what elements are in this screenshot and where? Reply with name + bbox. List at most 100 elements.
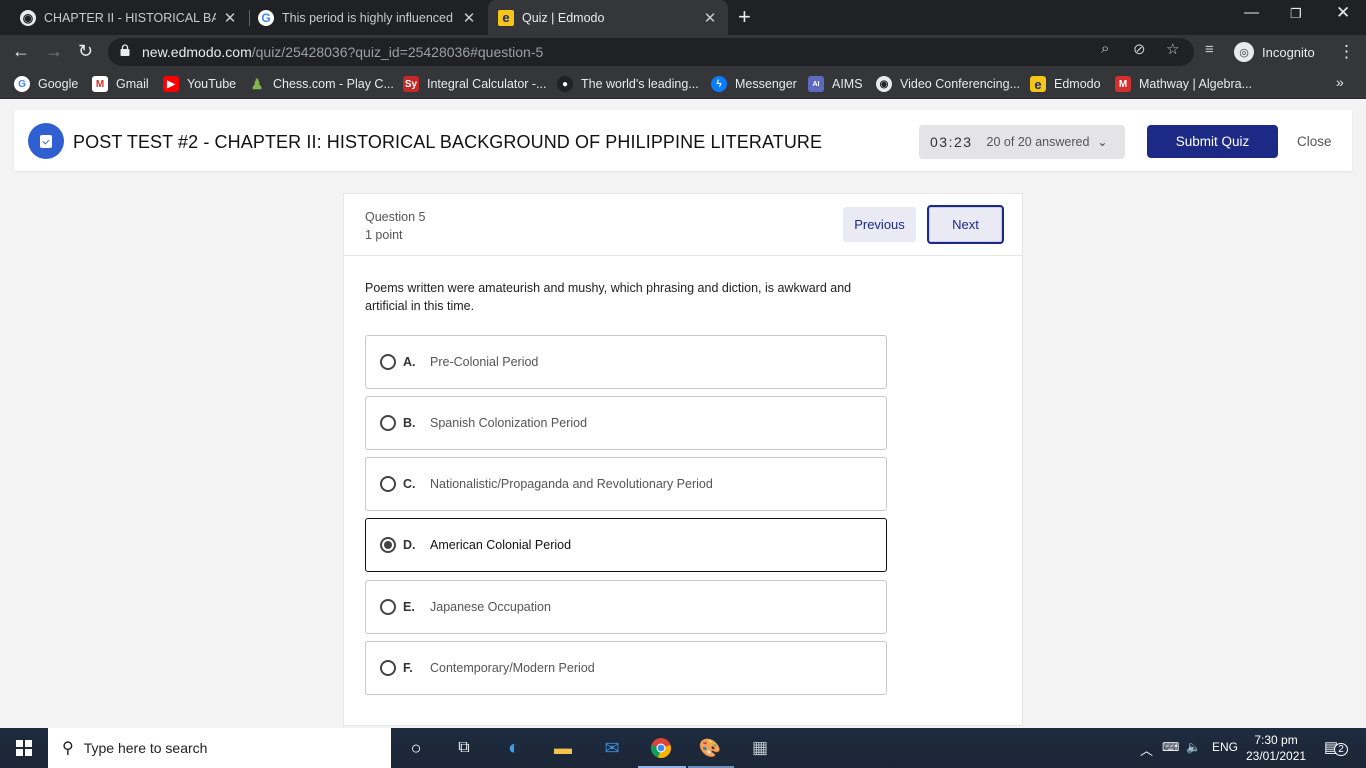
bookmark-github[interactable]: ● The world's leading... (557, 76, 699, 92)
bookmark-integral-calculator[interactable]: Sy Integral Calculator -... (403, 76, 547, 92)
answer-option-b[interactable]: B. Spanish Colonization Period (365, 396, 887, 450)
option-text: Japanese Occupation (430, 600, 551, 614)
radio-button-selected[interactable] (380, 537, 396, 553)
network-icon[interactable]: ⌨ (1162, 740, 1179, 754)
gmail-icon: M (92, 76, 108, 92)
browser-toolbar: ← → ↻ new.edmodo.com/quiz/25428036?quiz_… (0, 35, 1366, 69)
browser-tab-strip: ◉ CHAPTER II - HISTORICAL BACKG ✕ G This… (0, 0, 1366, 35)
tab-title: CHAPTER II - HISTORICAL BACKG (44, 10, 216, 25)
media-queue-icon[interactable]: ≡ (1205, 41, 1214, 58)
incognito-label: Incognito (1262, 44, 1315, 60)
question-header: Question 5 1 point Previous Next (344, 194, 1022, 256)
question-points: 1 point (365, 228, 403, 242)
bookmark-label: Messenger (735, 77, 797, 91)
bookmark-label: AIMS (832, 77, 863, 91)
search-icon[interactable]: ⌕ (1101, 40, 1109, 57)
youtube-icon: ▶ (163, 76, 179, 92)
star-icon[interactable]: ☆ (1166, 40, 1179, 58)
chess-pawn-icon: ♟ (250, 75, 264, 92)
windows-start-icon[interactable] (16, 740, 32, 756)
answer-option-c[interactable]: C. Nationalistic/Propaganda and Revoluti… (365, 457, 887, 511)
chrome-icon[interactable] (649, 736, 673, 760)
answer-option-e[interactable]: E. Japanese Occupation (365, 580, 887, 634)
lock-icon (120, 44, 130, 56)
globe-icon: ◉ (876, 76, 892, 92)
cortana-icon[interactable]: ○ (404, 736, 428, 760)
close-tab-icon[interactable]: ✕ (222, 9, 238, 27)
option-text: Contemporary/Modern Period (430, 661, 595, 675)
radio-button[interactable] (380, 354, 396, 370)
bookmark-video-conferencing[interactable]: ◉ Video Conferencing... (876, 76, 1020, 92)
bookmark-aims[interactable]: AI AIMS (808, 76, 863, 92)
bookmark-gmail[interactable]: M Gmail (92, 76, 149, 92)
volume-icon[interactable]: 🔈 (1186, 740, 1201, 754)
answer-option-f[interactable]: F. Contemporary/Modern Period (365, 641, 887, 695)
answer-option-a[interactable]: A. Pre-Colonial Period (365, 335, 887, 389)
bookmark-google[interactable]: G Google (14, 76, 78, 92)
back-arrow-icon[interactable]: ← (12, 41, 30, 61)
forward-arrow-icon[interactable]: → (45, 41, 63, 61)
bookmark-label: Video Conferencing... (900, 77, 1020, 91)
quiz-title: POST TEST #2 - CHAPTER II: HISTORICAL BA… (73, 132, 823, 152)
option-text: Nationalistic/Propaganda and Revolutiona… (430, 477, 713, 491)
minimize-icon[interactable]: — (1244, 4, 1259, 21)
taskbar-clock[interactable]: 7:30 pm 23/01/2021 (1246, 732, 1306, 764)
radio-button[interactable] (380, 599, 396, 615)
clock-date: 23/01/2021 (1246, 749, 1307, 763)
close-tab-icon[interactable]: ✕ (702, 9, 718, 27)
notifications-icon[interactable]: ▤2 (1324, 738, 1348, 756)
eye-off-icon[interactable]: ⊘ (1133, 40, 1146, 58)
radio-button[interactable] (380, 476, 396, 492)
paint-icon[interactable]: 🎨 (698, 736, 722, 760)
more-bookmarks-icon[interactable]: » (1336, 74, 1344, 90)
bookmark-mathway[interactable]: M Mathway | Algebra... (1115, 76, 1252, 92)
option-letter: E. (403, 600, 415, 614)
radio-button[interactable] (380, 660, 396, 676)
new-tab-button[interactable]: + (738, 6, 751, 28)
file-explorer-icon[interactable]: ▬ (551, 736, 575, 760)
submit-quiz-button[interactable]: Submit Quiz (1147, 125, 1278, 158)
bookmark-edmodo[interactable]: e Edmodo (1030, 76, 1101, 92)
calculator-icon[interactable]: ▦ (748, 736, 772, 760)
option-text: Spanish Colonization Period (430, 416, 588, 430)
quiz-header: POST TEST #2 - CHAPTER II: HISTORICAL BA… (14, 110, 1352, 171)
quiz-icon (28, 123, 64, 159)
bookmark-chess[interactable]: ♟ Chess.com - Play C... (249, 76, 394, 92)
timer: 03:23 (930, 134, 973, 150)
bookmark-label: YouTube (187, 77, 237, 91)
incognito-profile[interactable]: ◎ Incognito (1234, 40, 1315, 64)
language-indicator[interactable]: ENG (1212, 740, 1238, 754)
option-text: Pre-Colonial Period (430, 355, 539, 369)
close-quiz-link[interactable]: Close (1297, 134, 1332, 149)
task-view-icon[interactable]: ⧉ (452, 736, 476, 760)
mail-icon[interactable]: ✉ (600, 736, 624, 760)
edmodo-icon: e (1030, 76, 1046, 92)
google-icon: G (258, 9, 274, 26)
taskbar-search-box[interactable]: ⚲ Type here to search (48, 728, 391, 768)
bookmark-youtube[interactable]: ▶ YouTube (163, 76, 236, 92)
tab-quiz-edmodo[interactable]: e Quiz | Edmodo ✕ (488, 0, 728, 35)
search-placeholder: Type here to search (83, 740, 208, 756)
close-tab-icon[interactable]: ✕ (461, 9, 477, 27)
edmodo-icon: e (498, 9, 514, 26)
tab-chapter-ii[interactable]: ◉ CHAPTER II - HISTORICAL BACKG ✕ (0, 0, 248, 35)
browser-menu-icon[interactable]: ⋮ (1338, 42, 1355, 62)
window-close-icon[interactable]: ✕ (1336, 3, 1350, 23)
answer-option-d[interactable]: D. American Colonial Period (365, 518, 887, 572)
answered-count: 20 of 20 answered (986, 135, 1090, 149)
next-button[interactable]: Next (927, 205, 1004, 244)
radio-button[interactable] (380, 415, 396, 431)
tab-google-search[interactable]: G This period is highly influenced b ✕ (250, 0, 487, 35)
progress-dropdown[interactable]: 03:23 20 of 20 answered ⌄ (919, 125, 1125, 159)
show-hidden-icons-icon[interactable]: ︿ (1140, 740, 1153, 759)
reload-icon[interactable]: ↻ (78, 41, 93, 61)
bookmark-messenger[interactable]: ϟ Messenger (711, 76, 797, 92)
option-letter: B. (403, 416, 416, 430)
address-bar[interactable]: new.edmodo.com/quiz/25428036?quiz_id=254… (108, 38, 1194, 66)
option-letter: F. (403, 661, 413, 675)
edge-icon[interactable]: ◐ (502, 736, 526, 760)
restore-icon[interactable]: ❐ (1290, 6, 1302, 22)
bookmark-label: Mathway | Algebra... (1139, 77, 1253, 91)
aims-icon: AI (808, 76, 824, 92)
previous-button[interactable]: Previous (843, 207, 916, 242)
